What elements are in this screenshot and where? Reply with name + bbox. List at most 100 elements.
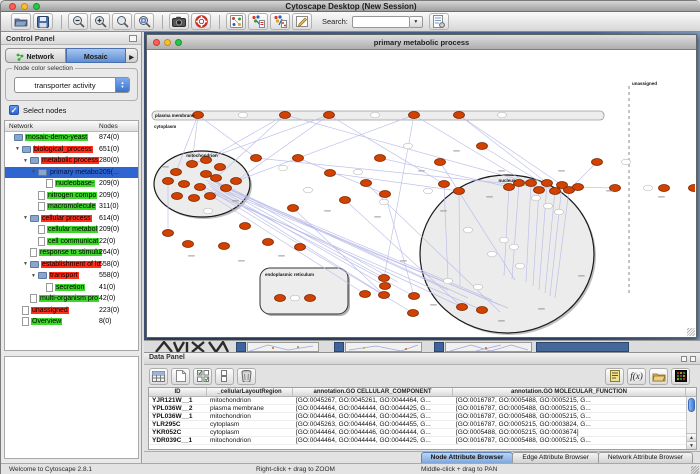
graph-edge[interactable] bbox=[216, 115, 285, 178]
tree-row[interactable]: ▼establishment of lo558(0) bbox=[5, 259, 138, 271]
table-row[interactable]: YPL036W__1mitochondrion[GO:0044464, GO:0… bbox=[149, 413, 696, 421]
help-button[interactable] bbox=[191, 13, 211, 30]
layout-import-button[interactable] bbox=[248, 13, 268, 30]
graph-node[interactable] bbox=[288, 205, 299, 212]
table-cell[interactable]: [GO:0044464, GO:0044444, GO:0044425, G..… bbox=[293, 413, 453, 420]
open-session-button[interactable] bbox=[11, 13, 31, 30]
table-cell[interactable]: mitochondrion bbox=[207, 437, 293, 444]
table-cell[interactable]: YPL036W__2 bbox=[149, 405, 207, 412]
table-scrollbar[interactable]: ▲ ▼ bbox=[686, 397, 696, 449]
table-cell[interactable]: mitochondrion bbox=[207, 397, 293, 404]
graph-node[interactable] bbox=[215, 164, 226, 171]
table-cell[interactable]: [GO:0045267, GO:0045261, GO:0044464, G..… bbox=[293, 397, 453, 404]
table-cell[interactable]: [GO:0044464, GO:0044444, GO:0044425, G..… bbox=[293, 405, 453, 412]
select-attributes-button[interactable] bbox=[149, 368, 168, 385]
close-panel-icon[interactable] bbox=[690, 356, 696, 362]
graph-node[interactable] bbox=[435, 159, 446, 166]
graph-node[interactable] bbox=[340, 197, 351, 204]
table-cell[interactable]: [GO:0016787, GO:0005488, GO:0005215, G..… bbox=[453, 405, 686, 412]
graph-node[interactable] bbox=[293, 155, 304, 162]
table-cell[interactable]: [GO:0044464, GO:0044444, GO:0044425, G..… bbox=[293, 437, 453, 444]
graph-node[interactable] bbox=[526, 180, 537, 187]
column-header[interactable]: annotation.GO MOLECULAR_FUNCTION bbox=[453, 388, 686, 396]
graph-edge[interactable] bbox=[414, 115, 539, 190]
graph-node[interactable] bbox=[379, 292, 390, 299]
tree-row[interactable]: ▼biological_process651(0) bbox=[5, 144, 138, 156]
graph-node[interactable] bbox=[324, 112, 335, 119]
layout-export-button[interactable] bbox=[270, 13, 290, 30]
notes-button[interactable] bbox=[605, 368, 624, 385]
graph-node[interactable] bbox=[189, 195, 200, 202]
table-cell[interactable]: [GO:0016787, GO:0005488, GO:0005215, G..… bbox=[453, 413, 686, 420]
minimized-window-icon[interactable] bbox=[236, 342, 246, 352]
zoom-in-button[interactable] bbox=[90, 13, 110, 30]
graph-node[interactable] bbox=[231, 178, 242, 185]
graph-node[interactable] bbox=[280, 112, 291, 119]
tab-network[interactable]: Network bbox=[5, 48, 66, 63]
graph-node[interactable] bbox=[457, 304, 468, 311]
minimized-window-icon[interactable] bbox=[434, 342, 444, 352]
network-view-window[interactable]: primary metabolic process plasma membran… bbox=[146, 34, 697, 338]
graph-edge[interactable] bbox=[236, 115, 329, 181]
graph-node[interactable] bbox=[201, 171, 212, 178]
tree-row[interactable]: nucleobase-209(0) bbox=[5, 178, 138, 190]
graph-node[interactable] bbox=[477, 307, 488, 314]
configure-search-button[interactable] bbox=[429, 13, 449, 30]
column-header[interactable]: annotation.GO CELLULAR_COMPONENT bbox=[293, 388, 453, 396]
network-window-titlebar[interactable]: primary metabolic process bbox=[147, 35, 696, 50]
tree-row[interactable]: response to stimulu264(0) bbox=[5, 247, 138, 259]
tree-row[interactable]: ▼transport558(0) bbox=[5, 270, 138, 282]
delete-attribute-button[interactable] bbox=[237, 368, 256, 385]
table-cell[interactable]: YLR295C bbox=[149, 421, 207, 428]
tree-row[interactable]: unassigned223(0) bbox=[5, 305, 138, 317]
minimized-window-thumbnail[interactable] bbox=[445, 342, 532, 352]
tab-mosaic[interactable]: Mosaic bbox=[66, 48, 127, 63]
graph-node[interactable] bbox=[275, 295, 286, 302]
scroll-up-button[interactable]: ▲ bbox=[687, 433, 696, 441]
table-cell[interactable]: cytoplasm bbox=[207, 421, 293, 428]
annotation-button[interactable] bbox=[292, 13, 312, 30]
graph-node[interactable] bbox=[477, 143, 488, 150]
graph-node[interactable] bbox=[504, 184, 515, 191]
graph-node[interactable] bbox=[172, 193, 183, 200]
graph-node[interactable] bbox=[361, 180, 372, 187]
graph-node[interactable] bbox=[251, 155, 262, 162]
minimized-window-icon[interactable] bbox=[334, 342, 344, 352]
graph-node[interactable] bbox=[205, 193, 216, 200]
tree-row[interactable]: secretion41(0) bbox=[5, 282, 138, 294]
graph-node[interactable] bbox=[379, 275, 390, 282]
table-cell[interactable]: [GO:0005488, GO:0005215, GO:0003674] bbox=[453, 429, 686, 436]
more-tabs-button[interactable]: ▶ bbox=[126, 48, 138, 63]
graph-node[interactable] bbox=[305, 295, 316, 302]
attribute-table-header[interactable]: ID_cellularLayoutRegionannotation.GO CEL… bbox=[149, 388, 696, 397]
window-titlebar[interactable]: Cytoscape Desktop (New Session) bbox=[1, 1, 700, 12]
table-row[interactable]: YDR039C__1mitochondrion[GO:0044464, GO:0… bbox=[149, 437, 696, 445]
tree-row[interactable]: multi-organism pro42(0) bbox=[5, 293, 138, 305]
graph-node[interactable] bbox=[263, 239, 274, 246]
zoom-selected-button[interactable] bbox=[134, 13, 154, 30]
save-session-button[interactable] bbox=[33, 13, 53, 30]
table-row[interactable]: YPL036W__2plasma membrane[GO:0044464, GO… bbox=[149, 405, 696, 413]
graph-node[interactable] bbox=[211, 175, 222, 182]
table-cell[interactable]: [GO:0016787, GO:0005488, GO:0005215, G..… bbox=[453, 437, 686, 444]
tree-row[interactable]: macromolecule311(0) bbox=[5, 201, 138, 213]
zoom-fit-button[interactable] bbox=[112, 13, 132, 30]
tree-row[interactable]: nitrogen compo209(0) bbox=[5, 190, 138, 202]
resize-grip[interactable] bbox=[687, 328, 695, 336]
disclosure-triangle-icon[interactable]: ▼ bbox=[23, 158, 30, 164]
disclosure-triangle-icon[interactable]: ▼ bbox=[31, 169, 38, 175]
graph-edge[interactable] bbox=[206, 115, 285, 160]
table-row[interactable]: YLR295Ccytoplasm[GO:0045263, GO:0044464,… bbox=[149, 421, 696, 429]
disclosure-triangle-icon[interactable]: ▼ bbox=[15, 146, 22, 152]
graph-node[interactable] bbox=[375, 155, 386, 162]
graph-node[interactable] bbox=[380, 283, 391, 290]
graph-edge[interactable] bbox=[459, 115, 547, 183]
import-attributes-button[interactable] bbox=[649, 368, 668, 385]
table-cell[interactable]: plasma membrane bbox=[207, 405, 293, 412]
table-cell[interactable]: YDR039C__1 bbox=[149, 437, 207, 444]
graph-node[interactable] bbox=[542, 180, 553, 187]
graph-node[interactable] bbox=[409, 293, 420, 300]
attribute-checklist-button[interactable] bbox=[193, 368, 212, 385]
float-panel-icon[interactable] bbox=[681, 356, 687, 362]
new-attribute-button[interactable] bbox=[171, 368, 190, 385]
